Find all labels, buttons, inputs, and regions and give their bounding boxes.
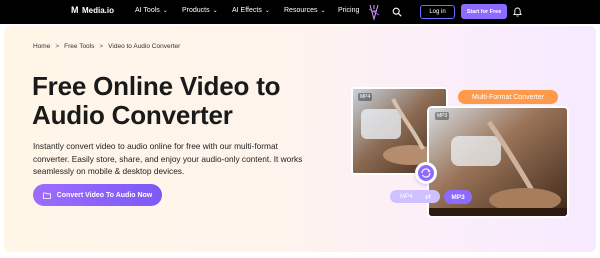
- folder-icon: [42, 192, 51, 199]
- card-format-tag: MP3: [435, 112, 450, 120]
- refresh-icon: [421, 168, 431, 178]
- source-format-pill: MP4: [390, 190, 440, 203]
- nav-item-label: Pricing: [338, 7, 360, 14]
- start-for-free-button[interactable]: Start for Free: [461, 4, 507, 19]
- nav-item-products[interactable]: Products ⌄: [182, 7, 218, 14]
- hero-description: Instantly convert video to audio online …: [33, 141, 303, 176]
- page-title: Free Online Video to Audio Converter: [32, 71, 281, 130]
- breadcrumb: Home > Free Tools > Video to Audio Conve…: [33, 43, 180, 50]
- chevron-down-icon: ⌄: [264, 7, 270, 14]
- convert-video-to-audio-button[interactable]: Convert Video To Audio Now: [33, 184, 162, 206]
- search-icon[interactable]: [392, 7, 402, 17]
- nav-item-pricing[interactable]: Pricing: [338, 7, 359, 14]
- target-format-pill: MP3: [444, 190, 472, 204]
- breadcrumb-free-tools[interactable]: Free Tools: [64, 43, 94, 50]
- nav-item-ai-effects[interactable]: AI Effects ⌄: [232, 7, 270, 14]
- nav-item-ai-tools[interactable]: AI Tools ⌄: [135, 7, 168, 14]
- bell-icon[interactable]: [513, 7, 522, 17]
- card-format-tag: MP4: [358, 93, 373, 101]
- cta-label: Convert Video To Audio Now: [56, 191, 153, 199]
- chevron-down-icon: ⌄: [212, 7, 218, 14]
- nav-item-label: Resources: [284, 7, 318, 14]
- brand-logo[interactable]: M Media.io: [71, 5, 114, 15]
- nav-item-resources[interactable]: Resources ⌄: [284, 7, 326, 14]
- breadcrumb-home[interactable]: Home: [33, 43, 50, 50]
- logo-mark-icon: M: [71, 5, 79, 15]
- breadcrumb-separator: >: [99, 43, 104, 50]
- breadcrumb-separator: >: [55, 43, 60, 50]
- login-button[interactable]: Log in: [420, 5, 455, 19]
- breadcrumb-current-page: Video to Audio Converter: [108, 43, 181, 50]
- ai-decoration-icon[interactable]: [368, 3, 380, 21]
- nav-item-label: AI Effects: [232, 7, 262, 14]
- nav-item-label: AI Tools: [135, 7, 160, 14]
- hero-section: Home > Free Tools > Video to Audio Conve…: [4, 26, 596, 252]
- chevron-down-icon: ⌄: [320, 7, 326, 14]
- chevron-down-icon: ⌄: [162, 7, 168, 14]
- nav-item-label: Products: [182, 7, 210, 14]
- convert-indicator: [415, 162, 437, 184]
- brand-name: Media.io: [82, 5, 115, 15]
- multi-format-badge: Multi-Format Converter: [458, 90, 558, 104]
- swap-icon: ⇄: [425, 193, 431, 201]
- top-navigation-bar: M Media.io AI Tools ⌄ Products ⌄ AI Effe…: [0, 0, 600, 24]
